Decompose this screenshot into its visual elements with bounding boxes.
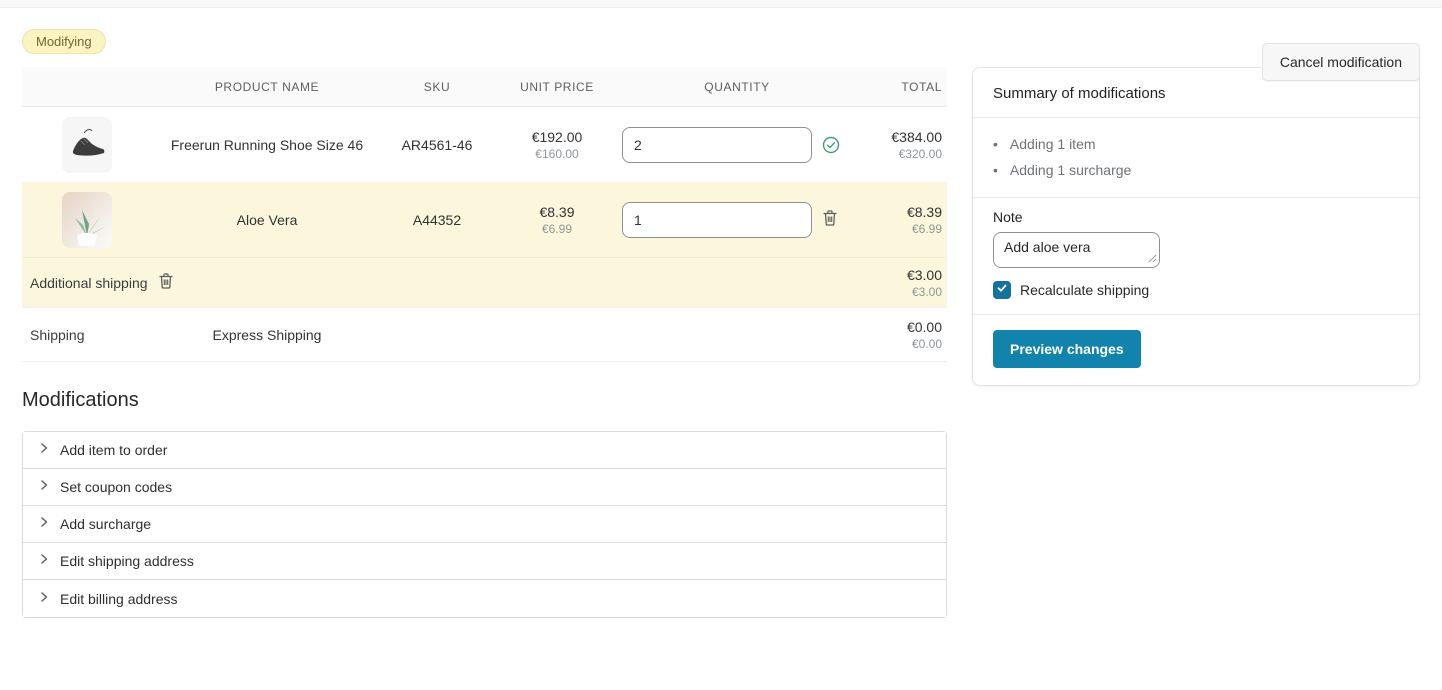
delete-item-button[interactable]: [822, 209, 838, 230]
check-circle-icon: [822, 136, 840, 154]
line-total-excl: €6.99: [852, 222, 942, 236]
summary-item-text: Adding 1 item: [1010, 131, 1096, 157]
chevron-right-icon: [38, 515, 50, 533]
surcharge-total-excl: €3.00: [907, 285, 942, 299]
recalculate-shipping-option[interactable]: Recalculate shipping: [993, 281, 1399, 299]
note-label: Note: [993, 209, 1399, 225]
summary-item: • Adding 1 surcharge: [993, 157, 1399, 183]
order-modification-page: Modifying Cancel modification PRODUCT NA…: [0, 29, 1442, 618]
trash-icon: [822, 209, 838, 230]
unit-price: €8.39: [492, 204, 622, 220]
line-total-excl: €320.00: [852, 147, 942, 161]
accordion-label: Add item to order: [60, 442, 167, 458]
product-image-aloe-vera: [62, 192, 112, 248]
accordion-edit-billing-address[interactable]: Edit billing address: [23, 580, 946, 617]
table-row-additional-shipping: Additional shipping: [22, 257, 947, 307]
surcharge-label: Additional shipping: [30, 275, 148, 291]
table-header-row: PRODUCT NAME SKU UNIT PRICE QUANTITY TOT…: [22, 67, 947, 107]
product-name: Aloe Vera: [152, 212, 382, 228]
accordion-label: Edit billing address: [60, 591, 178, 607]
chevron-right-icon: [38, 478, 50, 496]
recalculate-checkbox[interactable]: [993, 281, 1011, 299]
quantity-input[interactable]: [622, 202, 812, 238]
summary-card: Summary of modifications • Adding 1 item…: [972, 67, 1420, 386]
line-total: €384.00: [852, 129, 942, 145]
preview-changes-button[interactable]: Preview changes: [993, 330, 1141, 368]
col-total: TOTAL: [852, 80, 947, 94]
accordion-label: Edit shipping address: [60, 553, 194, 569]
summary-item: • Adding 1 item: [993, 131, 1399, 157]
accordion-add-surcharge[interactable]: Add surcharge: [23, 506, 946, 543]
table-row-shipping: Shipping Express Shipping €0.00 €0.00: [22, 307, 947, 362]
col-product-name: PRODUCT NAME: [152, 80, 382, 94]
col-unit-price: UNIT PRICE: [492, 80, 622, 94]
note-textarea[interactable]: Add aloe vera: [993, 232, 1160, 268]
summary-item-text: Adding 1 surcharge: [1010, 157, 1131, 183]
order-items-section: PRODUCT NAME SKU UNIT PRICE QUANTITY TOT…: [22, 67, 947, 618]
shipping-label: Shipping: [22, 327, 152, 343]
chevron-right-icon: [38, 441, 50, 459]
surcharge-total: €3.00: [907, 267, 942, 283]
accordion-add-item-to-order[interactable]: Add item to order: [23, 432, 946, 469]
product-sku: AR4561-46: [382, 137, 492, 153]
accordion-set-coupon-codes[interactable]: Set coupon codes: [23, 469, 946, 506]
shipping-total: €0.00: [852, 319, 942, 335]
top-bar: [0, 0, 1442, 8]
shipping-total-excl: €0.00: [852, 337, 942, 351]
cancel-modification-button[interactable]: Cancel modification: [1262, 43, 1420, 81]
col-sku: SKU: [382, 80, 492, 94]
unit-price-excl: €160.00: [492, 147, 622, 161]
modifications-accordion: Add item to order Set coupon codes Add s…: [22, 431, 947, 618]
summary-list: • Adding 1 item • Adding 1 surcharge: [973, 118, 1419, 198]
product-name: Freerun Running Shoe Size 46: [152, 137, 382, 153]
bullet-icon: •: [993, 131, 998, 157]
bullet-icon: •: [993, 157, 998, 183]
quantity-input[interactable]: [622, 127, 812, 163]
order-table: PRODUCT NAME SKU UNIT PRICE QUANTITY TOT…: [22, 67, 947, 362]
unit-price-excl: €6.99: [492, 222, 622, 236]
checkmark-icon: [996, 281, 1008, 299]
accordion-edit-shipping-address[interactable]: Edit shipping address: [23, 543, 946, 580]
recalculate-label: Recalculate shipping: [1020, 282, 1149, 298]
modifications-title: Modifications: [22, 389, 947, 412]
accordion-label: Set coupon codes: [60, 479, 172, 495]
line-total: €8.39: [852, 204, 942, 220]
table-row-shoe: Freerun Running Shoe Size 46 AR4561-46 €…: [22, 107, 947, 182]
status-badge: Modifying: [22, 29, 106, 54]
unit-price: €192.00: [492, 129, 622, 145]
chevron-right-icon: [38, 552, 50, 570]
table-row-aloe-vera: Aloe Vera A44352 €8.39 €6.99: [22, 182, 947, 257]
product-image-running-shoe: [62, 117, 112, 173]
accordion-label: Add surcharge: [60, 516, 151, 532]
chevron-right-icon: [38, 590, 50, 608]
product-sku: A44352: [382, 212, 492, 228]
delete-surcharge-button[interactable]: [158, 272, 174, 293]
col-quantity: QUANTITY: [622, 80, 852, 94]
shipping-method: Express Shipping: [152, 327, 382, 343]
trash-icon: [158, 272, 174, 293]
